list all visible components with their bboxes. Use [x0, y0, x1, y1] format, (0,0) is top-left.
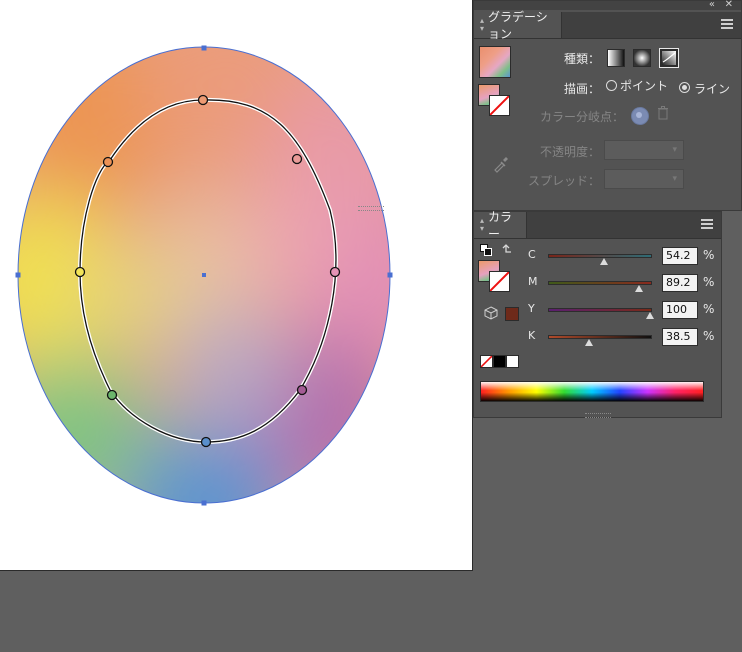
linear-gradient-icon[interactable] [607, 49, 625, 67]
color-stop-label: カラー分岐点： [540, 110, 625, 124]
opacity-label: 不透明度： [540, 145, 601, 159]
swap-arrow-icon[interactable] [500, 244, 512, 256]
tab-color-label: カラー [488, 210, 513, 241]
gradient-swatch[interactable] [479, 46, 511, 78]
eyedropper-icon[interactable] [492, 155, 510, 173]
type-label: 種類： [564, 52, 601, 66]
channel-c-label: C [528, 248, 536, 261]
color-tabbar: ▴ ▾ カラー [474, 210, 721, 241]
radial-gradient-icon[interactable] [633, 49, 651, 67]
gradient-tabbar: ▴ ▾ グラデーション [474, 10, 741, 41]
freeform-gradient-icon[interactable] [659, 48, 679, 68]
channel-y-thumb[interactable] [646, 312, 654, 319]
opacity-select[interactable]: ▾ [604, 140, 684, 160]
color-stop-8[interactable] [102, 156, 114, 168]
center-point [202, 273, 206, 277]
anchor-handle-left[interactable] [15, 272, 21, 278]
spread-label: スプレッド： [528, 174, 601, 188]
panel-menu-icon[interactable] [721, 19, 733, 29]
channel-y-unit: % [703, 302, 715, 316]
color-stop-6[interactable] [106, 389, 118, 401]
channel-k-label: K [528, 329, 536, 342]
current-color-chip[interactable] [505, 307, 519, 321]
draw-point-radio[interactable] [606, 80, 617, 91]
anchor-handle-right[interactable] [387, 272, 393, 278]
channel-y-label: Y [528, 302, 535, 315]
channel-k-slider[interactable] [548, 335, 652, 339]
panel-menu-icon[interactable] [701, 219, 713, 229]
draw-point-label[interactable]: ポイント [620, 77, 668, 94]
color-stop-picker-icon[interactable] [631, 107, 649, 125]
tab-color[interactable]: ▴ ▾ カラー [474, 210, 527, 241]
draw-label: 描画： [564, 82, 601, 96]
channel-c-thumb[interactable] [600, 258, 609, 265]
fill-stroke-swatches[interactable] [478, 84, 512, 118]
channel-c-input[interactable]: 54.2 [662, 247, 698, 265]
artboard[interactable] [0, 0, 473, 571]
close-icon[interactable]: ✕ [725, 0, 733, 11]
channel-m-input[interactable]: 89.2 [662, 274, 698, 292]
color-stop-4[interactable] [296, 384, 308, 396]
channel-y-slider[interactable] [548, 308, 652, 312]
channel-k-unit: % [703, 329, 715, 343]
channel-k-input[interactable]: 38.5 [662, 328, 698, 346]
color-stop-5[interactable] [200, 436, 212, 448]
collapse-panels-icon[interactable]: « [709, 0, 715, 11]
color-stop-3[interactable] [329, 266, 341, 278]
channel-m-thumb[interactable] [635, 285, 644, 292]
color-spectrum-bar[interactable] [480, 381, 704, 402]
color-fill-stroke-swatches[interactable] [478, 260, 512, 294]
color-panel-resize-grip[interactable] [584, 413, 611, 418]
spread-select[interactable]: ▾ [604, 169, 684, 189]
color-stop-1[interactable] [197, 94, 209, 106]
channel-k-thumb[interactable] [584, 339, 593, 346]
stroke-none-swatch[interactable] [489, 95, 510, 116]
draw-line-label[interactable]: ライン [694, 80, 730, 97]
color-stroke-none-swatch[interactable] [489, 271, 510, 292]
channel-y-input[interactable]: 100 [662, 301, 698, 319]
channel-c-unit: % [703, 248, 715, 262]
default-fill-stroke-icon[interactable] [480, 244, 492, 256]
channel-m-unit: % [703, 275, 715, 289]
tab-gradient-label: グラデーション [488, 10, 548, 41]
channel-m-label: M [528, 275, 538, 288]
updown-arrows-icon: ▴ ▾ [480, 16, 485, 33]
anchor-handle-bottom[interactable] [201, 500, 207, 506]
color-stop-7[interactable] [74, 266, 86, 278]
gradient-ellipse-artwork[interactable] [0, 0, 472, 570]
none-swatch[interactable] [480, 355, 493, 368]
white-swatch[interactable] [506, 355, 519, 368]
updown-arrows-icon: ▴ ▾ [480, 216, 485, 233]
trash-icon[interactable] [657, 106, 669, 120]
black-swatch[interactable] [493, 355, 506, 368]
tab-gradient[interactable]: ▴ ▾ グラデーション [474, 10, 562, 41]
gradient-panel-resize-grip[interactable] [358, 206, 384, 211]
draw-line-radio[interactable] [679, 82, 690, 93]
out-of-gamut-cube-icon[interactable] [484, 306, 498, 320]
anchor-handle-top[interactable] [201, 45, 207, 51]
color-stop-2[interactable] [291, 153, 303, 165]
